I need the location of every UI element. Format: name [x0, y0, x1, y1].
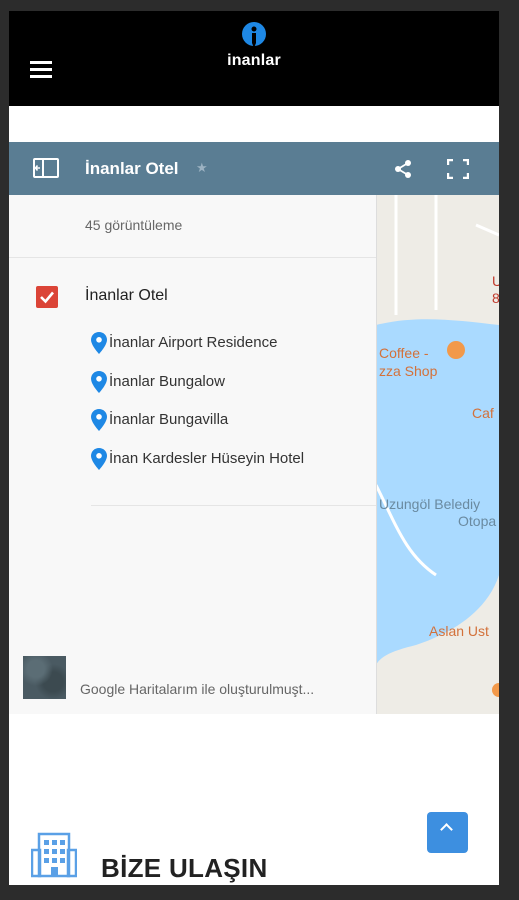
chevron-up-icon: [440, 823, 453, 836]
map-pin-icon: [91, 409, 107, 431]
layer-name[interactable]: İnanlar Otel: [85, 287, 168, 305]
map-label: Caf: [472, 405, 494, 421]
hamburger-menu-icon[interactable]: [30, 61, 52, 82]
logo-text: inanlar: [227, 52, 281, 69]
top-bar: inanlar: [9, 11, 499, 106]
map-canvas[interactable]: U 8 Coffee - zza Shop Caf Uzungöl Beledi…: [376, 195, 499, 714]
map-title: İnanlar Otel: [85, 159, 179, 178]
map-sidebar: 45 görüntüleme İnanlar Otel İnanlar Airp…: [9, 195, 377, 714]
fullscreen-icon[interactable]: [447, 159, 469, 179]
share-icon[interactable]: [393, 159, 413, 179]
layer-checkbox[interactable]: [36, 286, 58, 308]
logo-pin-icon: [242, 22, 266, 48]
map-embed: İnanlar Otel ★ U 8 Coffee - zza Shop Caf…: [9, 142, 499, 714]
map-label: 8: [492, 290, 499, 306]
contact-section-title: BİZE ULAŞIN: [101, 853, 268, 883]
page-frame: inanlar İnanlar Otel ★ U 8 Coffee - zza …: [9, 11, 499, 885]
map-pin-icon: [91, 332, 107, 354]
collapse-sidebar-icon[interactable]: [33, 158, 59, 178]
map-pin-icon: [91, 448, 107, 470]
map-label: Coffee -: [379, 345, 429, 361]
map-thumbnail[interactable]: [23, 656, 66, 699]
place-label: İnan Kardesler Hüseyin Hotel: [109, 450, 305, 467]
map-label: U: [492, 273, 499, 289]
building-icon: [31, 832, 77, 878]
star-icon[interactable]: ★: [196, 160, 208, 176]
place-label: İnanlar Bungavilla: [109, 411, 229, 428]
map-label: Aslan Ust: [429, 623, 489, 639]
map-pin-icon: [91, 371, 107, 393]
view-count: 45 görüntüleme: [85, 217, 183, 233]
map-label: Otopa: [458, 513, 497, 529]
map-label: Uzungöl Belediy: [379, 496, 481, 512]
map-credit[interactable]: Google Haritalarım ile oluşturulmuşt...: [80, 681, 314, 697]
place-label: İnanlar Airport Residence: [109, 334, 278, 351]
check-icon: [40, 291, 54, 304]
brand-logo[interactable]: inanlar: [223, 21, 285, 72]
map-label: zza Shop: [379, 363, 438, 379]
divider: [91, 505, 376, 506]
map-header: İnanlar Otel ★: [9, 142, 499, 195]
place-label: İnanlar Bungalow: [109, 373, 225, 390]
divider: [9, 257, 376, 258]
scroll-to-top-button[interactable]: [427, 812, 468, 853]
